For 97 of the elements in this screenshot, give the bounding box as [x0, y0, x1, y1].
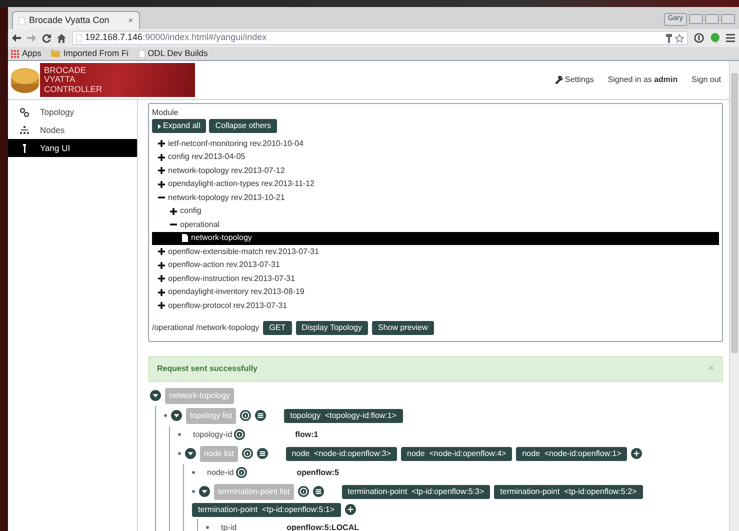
alert-text: Request sent successfully	[157, 362, 258, 374]
action-button[interactable]: Display Topology	[296, 320, 368, 334]
info-icon[interactable]	[694, 33, 704, 43]
minus-icon	[170, 221, 177, 228]
reload-icon[interactable]	[42, 34, 51, 42]
tree-item[interactable]: operational	[152, 218, 719, 232]
tree-item[interactable]: opendaylight-action-types rev.2013-11-12	[152, 178, 719, 191]
wrench-icon	[554, 76, 563, 84]
bookmark-item[interactable]: Apps	[11, 47, 42, 60]
page-icon	[19, 16, 25, 24]
list-icon[interactable]	[255, 410, 266, 421]
collapse-icon[interactable]	[185, 448, 196, 459]
tab-close-button[interactable]: ×	[128, 14, 133, 26]
node-label: network-topology	[165, 388, 234, 404]
router-icon	[10, 65, 40, 95]
logo-text: VYATTA	[44, 75, 76, 85]
list-entry-button[interactable]: node <node-id:openflow:1>	[516, 446, 628, 460]
tree-item[interactable]: openflow-instruction rev.2013-07-31	[152, 272, 719, 286]
settings-link[interactable]: Settings	[554, 74, 594, 86]
home-icon[interactable]	[57, 34, 66, 42]
field-value: openflow:5	[296, 466, 339, 478]
address-bar[interactable]: 192.168.7.146:9000/index.html#/yangui/index	[72, 31, 688, 45]
sidebar-item[interactable]: Yang UI	[8, 139, 137, 157]
list-entry-button[interactable]: node <node-id:openflow:3>	[286, 446, 397, 460]
field-label: node-id	[207, 466, 234, 478]
tree-item[interactable]: network-topology	[152, 232, 719, 245]
help-icon[interactable]	[240, 410, 252, 421]
node-label: topology list	[186, 408, 236, 424]
tree-item[interactable]: network-topology rev.2013-10-21	[152, 191, 719, 204]
collapse-icon[interactable]	[171, 410, 182, 421]
tree-item[interactable]: ietf-netconf-monitoring rev.2010-10-04	[152, 137, 719, 150]
collapse-button[interactable]: Collapse others	[209, 119, 277, 133]
tree-item[interactable]: config rev.2013-04-05	[152, 150, 719, 164]
bullet-icon	[206, 526, 209, 529]
apps-icon	[11, 50, 19, 58]
file-icon	[182, 234, 188, 242]
field-value: openflow:5:LOCAL	[286, 522, 359, 531]
field-value: flow:1	[295, 428, 318, 440]
tree-item[interactable]: opendaylight-inventory rev.2013-08-19	[152, 286, 719, 299]
star-icon[interactable]	[675, 34, 684, 42]
sign-out-link[interactable]: Sign out	[692, 74, 721, 86]
logo-text: BROCADE	[44, 66, 88, 76]
bookmark-item[interactable]: Imported From Fi	[51, 47, 129, 60]
menu-icon[interactable]	[726, 34, 735, 42]
bullet-icon	[178, 452, 181, 455]
minus-icon	[158, 194, 165, 202]
bullet-icon	[192, 490, 195, 493]
list-icon[interactable]	[312, 486, 324, 497]
list-entry-button[interactable]: node <node-id:openflow:4>	[401, 446, 512, 460]
expand-all-button[interactable]: Expand all	[152, 119, 206, 133]
tab-title: Brocade Vyatta Con	[29, 14, 110, 27]
list-entry-button[interactable]: termination-point <tp-id:openflow:5:1>	[192, 502, 341, 516]
sidebar-item[interactable]: Nodes	[8, 121, 137, 139]
signed-in-text: Signed in as admin	[608, 74, 678, 86]
action-button[interactable]: Show preview	[372, 320, 434, 334]
sitemap-icon	[20, 126, 29, 134]
bullet-icon	[164, 414, 167, 417]
tree-item[interactable]: network-topology rev.2013-07-12	[152, 164, 719, 178]
tree-item[interactable]: openflow-protocol rev.2013-07-31	[152, 299, 719, 312]
path-text: /operational /network-topology	[152, 322, 260, 334]
caret-icon	[158, 124, 161, 128]
collapse-icon[interactable]	[199, 486, 210, 497]
collapse-icon[interactable]	[150, 390, 161, 401]
bookmark-item[interactable]: ODL Dev Builds	[138, 47, 208, 60]
tree-item[interactable]: openflow-extensible-match rev.2013-07-31	[152, 245, 719, 258]
link-icon	[20, 108, 29, 116]
logo-text: CONTROLLER	[44, 84, 104, 94]
plus-icon	[170, 208, 177, 215]
field-label: tp-id	[221, 522, 237, 531]
help-icon[interactable]	[234, 429, 246, 440]
back-icon[interactable]	[12, 34, 21, 42]
tree-item[interactable]: config	[152, 204, 719, 218]
node-label: termination-point list	[214, 484, 294, 500]
action-button[interactable]: GET	[263, 320, 292, 334]
help-icon[interactable]	[236, 467, 247, 478]
page-icon	[138, 50, 145, 58]
folder-icon	[51, 50, 60, 57]
list-entry-button[interactable]: topology <topology-id:flow:1>	[284, 408, 403, 422]
list-entry-button[interactable]: termination-point <tp-id:openflow:5:2>	[494, 484, 643, 498]
bullet-icon	[192, 471, 195, 474]
list-icon[interactable]	[256, 448, 268, 459]
add-icon[interactable]	[344, 504, 356, 515]
page-icon	[76, 34, 82, 42]
tree-item[interactable]: openflow-action rev.2013-07-31	[152, 258, 719, 272]
help-icon[interactable]	[242, 448, 253, 459]
list-entry-button[interactable]: termination-point <tp-id:openflow:5:3>	[342, 484, 490, 498]
help-icon[interactable]	[298, 486, 309, 497]
pin-icon	[20, 144, 29, 152]
module-label: Module	[152, 107, 180, 119]
add-icon[interactable]	[631, 448, 642, 459]
url-text: 192.168.7.146:9000/index.html#/yangui/index	[85, 31, 267, 44]
bullet-icon	[178, 433, 181, 436]
field-label: topology-id	[193, 428, 232, 440]
browser-tab[interactable]: Brocade Vyatta Con ×	[12, 11, 140, 29]
sidebar-item[interactable]: Topology	[8, 103, 137, 121]
scrollbar[interactable]	[729, 61, 739, 531]
node-label: node list	[200, 446, 238, 462]
